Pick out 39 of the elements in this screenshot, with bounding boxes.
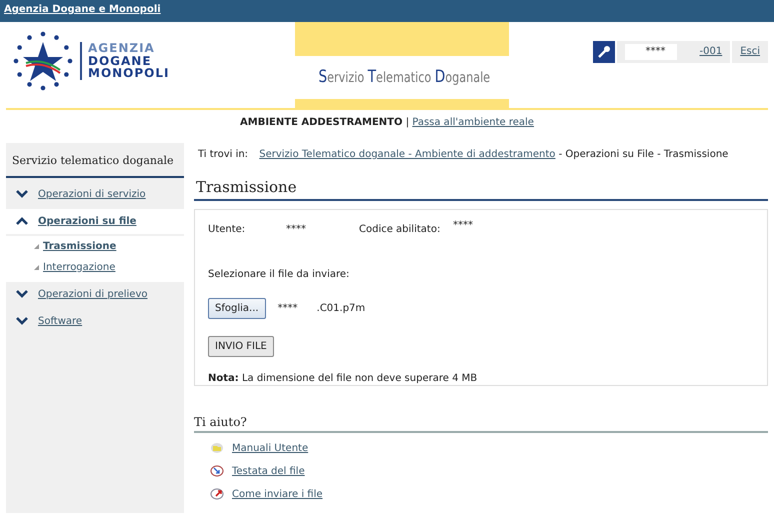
sidebar-title: Servizio telematico doganale [6,143,184,178]
field-label: Utente: [208,222,246,236]
sidebar-item[interactable]: Operazioni su file [6,208,184,234]
folder-icon [210,442,224,454]
triangle-icon [34,264,39,270]
environment-label: AMBIENTE ADDESTRAMENTO [240,117,402,128]
help-link[interactable]: Testata del file [232,464,305,478]
browse-button[interactable]: Sfoglia... [208,298,266,318]
submenu-link[interactable]: Trasmissione [43,238,116,254]
environment-link[interactable]: Passa all'ambiente reale [412,117,534,128]
separator: | [406,117,410,128]
help-link[interactable]: Manuali Utente [232,440,308,456]
agency-logo-text: AGENZIA DOGANE MONOPOLI [80,42,170,80]
user-name: **** [625,44,678,60]
breadcrumb-text: - Trasmissione [657,149,728,160]
field-label: Codice abilitato: [359,222,442,236]
submit-button[interactable]: INVIO FILE [208,336,274,356]
note-text: Nota: La dimensione del file non deve superare 4 MB [208,372,478,386]
emblem-icon [12,30,74,92]
file-prompt: Selezionare il file da inviare: [208,268,350,282]
help-title: Ti aiuto? [194,412,768,432]
page-title: Trasmissione [194,176,768,200]
top-link[interactable]: Agenzia Dogane e Monopoli [4,4,161,15]
chevron-up-icon [16,217,28,225]
file-name: **** .C01.p7m [278,302,366,316]
chevron-down-icon [16,290,28,298]
key-icon [593,41,616,63]
service-title: Servizio Telematico Doganale [318,66,490,89]
help-link[interactable]: Come inviare i file [232,486,323,502]
breadcrumb-label: Ti trovi in: [198,149,248,160]
triangle-icon [34,244,39,248]
breadcrumb-text: - Operazioni su File [558,149,654,160]
field-value: **** [453,218,473,232]
breadcrumb-link[interactable]: Servizio Telematico doganale - Ambiente di addestramento [259,149,556,160]
chevron-down-icon [16,317,28,325]
chevron-down-icon [16,190,28,198]
submenu-link[interactable]: Interrogazione [43,260,116,274]
field-value: **** [286,222,307,236]
user-code-link[interactable]: -001 [699,44,722,60]
